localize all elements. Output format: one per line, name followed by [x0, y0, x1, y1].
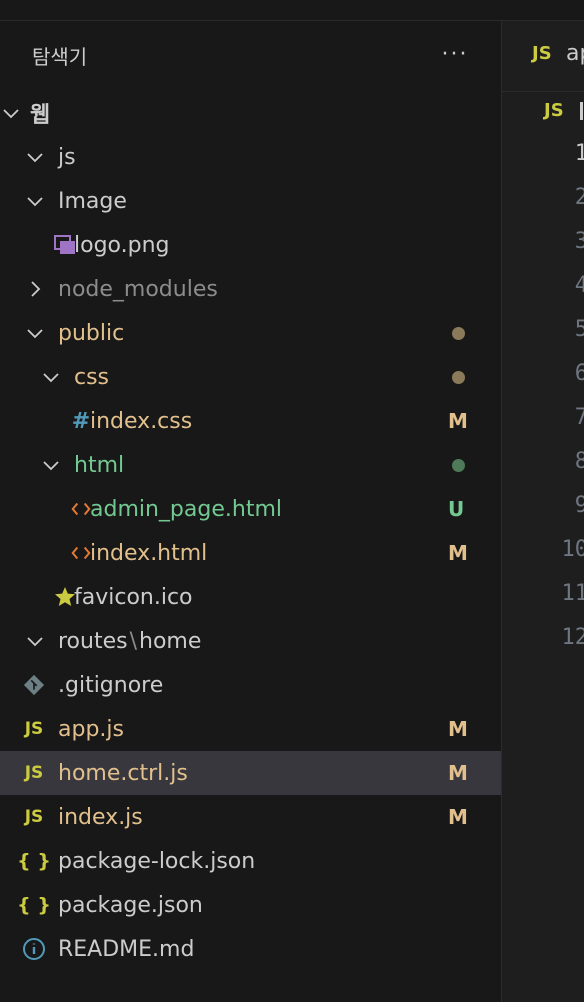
tree-item-label: node_modules [58, 276, 218, 302]
chevron-down-icon[interactable] [40, 366, 62, 388]
tree-item-favicon[interactable]: favicon.ico [0, 575, 501, 619]
modified-dot-icon [452, 326, 465, 340]
tree-item-pkglock[interactable]: { } package-lock.json [0, 839, 501, 883]
title-bar [0, 0, 584, 21]
tree-item-label: home.ctrl.js [58, 760, 188, 786]
tree-item-homectrl[interactable]: JS home.ctrl.js M [0, 751, 501, 795]
tree-item-label: package.json [58, 892, 203, 918]
chevron-right-icon[interactable] [24, 278, 46, 300]
tree-item-logo[interactable]: logo.png [0, 223, 501, 267]
tree-item-label: favicon.ico [74, 584, 193, 610]
explorer-sidebar: 탐색기 ··· 웹 js Image logo.png node_modulespubl… [0, 21, 502, 1002]
tree-item-indexhtml[interactable]: index.html M [0, 531, 501, 575]
git-status-badge: U [448, 497, 465, 521]
git-status-badge: M [448, 409, 468, 433]
line-number: 12 [561, 625, 584, 650]
tree-item-indexcss[interactable]: # index.css M [0, 399, 501, 443]
json-file-icon: { } [17, 894, 51, 916]
explorer-title: 탐색기 [32, 45, 88, 69]
js-file-icon: JS [532, 43, 552, 64]
tree-item-label: css [74, 364, 110, 390]
info-icon [21, 936, 47, 962]
git-status-badge: M [448, 805, 468, 829]
line-number: 9 [574, 493, 584, 518]
chevron-down-icon[interactable] [24, 146, 46, 168]
tree-item-readme[interactable]: README.md [0, 927, 501, 971]
tree-item-label: index.js [58, 804, 143, 830]
tree-item-gitignore[interactable]: .gitignore [0, 663, 501, 707]
tree-item-label: app.js [58, 716, 124, 742]
tree-item-admin[interactable]: admin_page.html U [0, 487, 501, 531]
chevron-down-icon[interactable] [24, 322, 46, 344]
explorer-header: 탐색기 ··· [0, 21, 501, 91]
breadcrumb-js-icon: JS [544, 100, 564, 121]
tree-item-label: package-lock.json [58, 848, 256, 874]
line-number: 8 [574, 449, 584, 474]
editor-tab-bar: JS ap [502, 21, 584, 92]
chevron-down-icon[interactable] [0, 102, 22, 124]
tree-item-label: logo.png [74, 232, 170, 258]
line-number: 6 [574, 361, 584, 386]
chevron-down-icon[interactable] [24, 630, 46, 652]
tree-item-html[interactable]: html [0, 443, 501, 487]
line-number: 1 [574, 141, 584, 166]
tree-item-label: public [58, 320, 125, 346]
line-number: 7 [574, 405, 584, 430]
tree-item-label: admin_page.html [90, 496, 282, 522]
tree-item-label: index.html [90, 540, 208, 566]
tree-item-routes[interactable]: routes\home [0, 619, 501, 663]
tree-item-label: .gitignore [58, 672, 164, 698]
line-number: 5 [574, 317, 584, 342]
js-file-icon: JS [24, 807, 44, 827]
tree-item-js[interactable]: js [0, 135, 501, 179]
line-number: 10 [561, 537, 584, 562]
line-number: 11 [561, 581, 584, 606]
tree-item-web[interactable]: 웹 [0, 91, 501, 135]
tree-item-label: README.md [58, 936, 195, 962]
tree-item-label: html [74, 452, 125, 478]
git-status-badge: M [448, 541, 468, 565]
tree-item-label: Image [58, 188, 127, 214]
tree-item-pkg[interactable]: { } package.json [0, 883, 501, 927]
breadcrumb-truncated-text[interactable] [580, 102, 583, 120]
js-file-icon: JS [24, 763, 44, 783]
tree-item-css[interactable]: css [0, 355, 501, 399]
tree-item-node_modules[interactable]: node_modules [0, 267, 501, 311]
git-icon [21, 672, 47, 698]
modified-dot-icon [452, 370, 465, 384]
tree-item-label: routes\home [58, 628, 202, 654]
modified-dot-icon [452, 458, 465, 472]
line-number: 4 [574, 273, 584, 298]
chevron-down-icon[interactable] [40, 454, 62, 476]
tree-item-appjs[interactable]: JS app.js M [0, 707, 501, 751]
js-file-icon: JS [24, 719, 44, 739]
tree-item-label: 웹 [30, 103, 51, 128]
chevron-down-icon[interactable] [24, 190, 46, 212]
line-number: 3 [574, 229, 584, 254]
git-status-badge: M [448, 761, 468, 785]
editor-tab-label[interactable]: ap [566, 41, 584, 66]
line-number: 2 [574, 185, 584, 210]
git-status-badge: M [448, 717, 468, 741]
tree-item-label: js [58, 144, 76, 170]
tree-item-public[interactable]: public [0, 311, 501, 355]
more-actions-button[interactable]: ··· [440, 39, 470, 69]
tree-item-label-nested: home [139, 628, 202, 654]
path-separator: \ [129, 628, 138, 654]
tree-item-label: index.css [90, 408, 193, 434]
json-file-icon: { } [17, 850, 51, 872]
tree-item-image[interactable]: Image [0, 179, 501, 223]
tree-item-indexjs[interactable]: JS index.js M [0, 795, 501, 839]
